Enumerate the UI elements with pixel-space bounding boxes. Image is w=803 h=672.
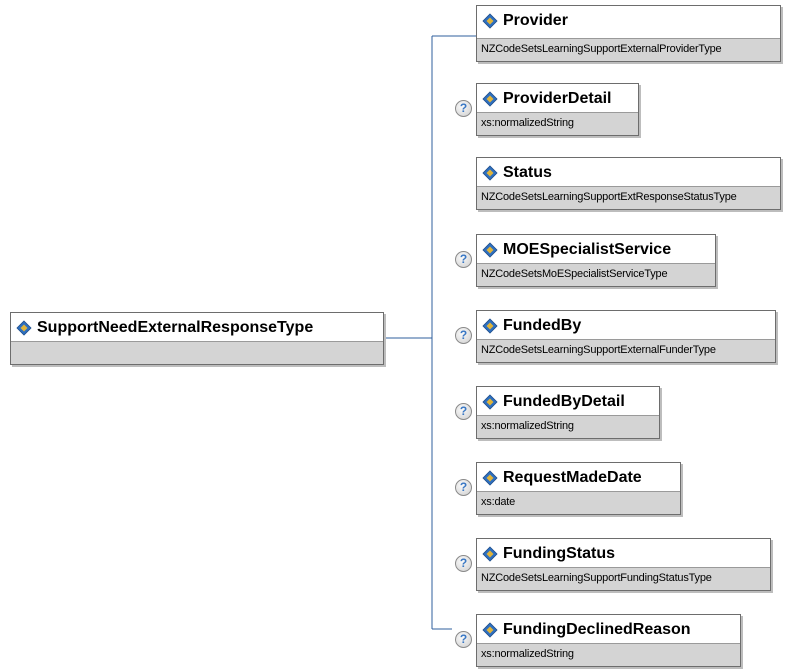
element-type: NZCodeSetsLearningSupportExtResponseStat… bbox=[477, 186, 780, 209]
element-type: NZCodeSetsMoESpecialistServiceType bbox=[477, 263, 715, 286]
element-diamond-icon bbox=[482, 545, 498, 562]
optional-marker-icon: ? bbox=[455, 479, 472, 496]
element-box-provider[interactable]: Provider NZCodeSetsLearningSupportExtern… bbox=[476, 5, 781, 62]
element-box-funding-status[interactable]: FundingStatus NZCodeSetsLearningSupportF… bbox=[476, 538, 771, 591]
element-type: NZCodeSetsLearningSupportFundingStatusTy… bbox=[477, 567, 770, 590]
optional-marker-icon: ? bbox=[455, 100, 472, 117]
element-diamond-icon bbox=[16, 319, 32, 336]
element-diamond-icon bbox=[482, 393, 498, 410]
root-type-name: SupportNeedExternalResponseType bbox=[37, 318, 314, 336]
element-title: FundingStatus bbox=[477, 539, 770, 568]
optional-marker-icon: ? bbox=[455, 631, 472, 648]
element-type: xs:normalizedString bbox=[477, 112, 638, 135]
element-name: RequestMadeDate bbox=[503, 468, 642, 486]
optional-marker-icon: ? bbox=[455, 555, 472, 572]
element-diamond-icon bbox=[482, 12, 498, 29]
element-name: Status bbox=[503, 163, 552, 181]
element-box-status[interactable]: Status NZCodeSetsLearningSupportExtRespo… bbox=[476, 157, 781, 210]
root-type-band bbox=[11, 341, 383, 364]
element-type: NZCodeSetsLearningSupportExternalProvide… bbox=[477, 38, 780, 61]
element-title: FundingDeclinedReason bbox=[477, 615, 740, 644]
element-name: FundingStatus bbox=[503, 544, 615, 562]
element-name: FundingDeclinedReason bbox=[503, 620, 691, 638]
optional-marker-icon: ? bbox=[455, 403, 472, 420]
element-type: xs:normalizedString bbox=[477, 415, 659, 438]
element-box-request-made-date[interactable]: RequestMadeDate xs:date bbox=[476, 462, 681, 515]
optional-marker-icon: ? bbox=[455, 251, 472, 268]
root-type-title: SupportNeedExternalResponseType bbox=[11, 313, 383, 342]
element-diamond-icon bbox=[482, 164, 498, 181]
element-box-funded-by[interactable]: FundedBy NZCodeSetsLearningSupportExtern… bbox=[476, 310, 776, 363]
element-diamond-icon bbox=[482, 469, 498, 486]
element-diamond-icon bbox=[482, 241, 498, 258]
element-diamond-icon bbox=[482, 621, 498, 638]
root-type-box[interactable]: SupportNeedExternalResponseType bbox=[10, 312, 384, 365]
element-box-provider-detail[interactable]: ProviderDetail xs:normalizedString bbox=[476, 83, 639, 136]
element-box-moe-specialist-service[interactable]: MOESpecialistService NZCodeSetsMoESpecia… bbox=[476, 234, 716, 287]
element-name: MOESpecialistService bbox=[503, 240, 672, 258]
element-title: FundedBy bbox=[477, 311, 775, 340]
element-title: Provider bbox=[477, 6, 780, 35]
element-name: FundedBy bbox=[503, 316, 582, 334]
element-name: Provider bbox=[503, 11, 568, 29]
element-type: xs:normalizedString bbox=[477, 643, 740, 666]
element-type: xs:date bbox=[477, 491, 680, 514]
element-title: MOESpecialistService bbox=[477, 235, 715, 264]
element-title: ProviderDetail bbox=[477, 84, 638, 113]
element-type: NZCodeSetsLearningSupportExternalFunderT… bbox=[477, 339, 775, 362]
element-diamond-icon bbox=[482, 317, 498, 334]
element-title: Status bbox=[477, 158, 780, 187]
element-name: FundedByDetail bbox=[503, 392, 625, 410]
element-name: ProviderDetail bbox=[503, 89, 612, 107]
element-box-funding-declined-reason[interactable]: FundingDeclinedReason xs:normalizedStrin… bbox=[476, 614, 741, 667]
optional-marker-icon: ? bbox=[455, 327, 472, 344]
element-title: RequestMadeDate bbox=[477, 463, 680, 492]
element-box-funded-by-detail[interactable]: FundedByDetail xs:normalizedString bbox=[476, 386, 660, 439]
element-title: FundedByDetail bbox=[477, 387, 659, 416]
element-diamond-icon bbox=[482, 90, 498, 107]
